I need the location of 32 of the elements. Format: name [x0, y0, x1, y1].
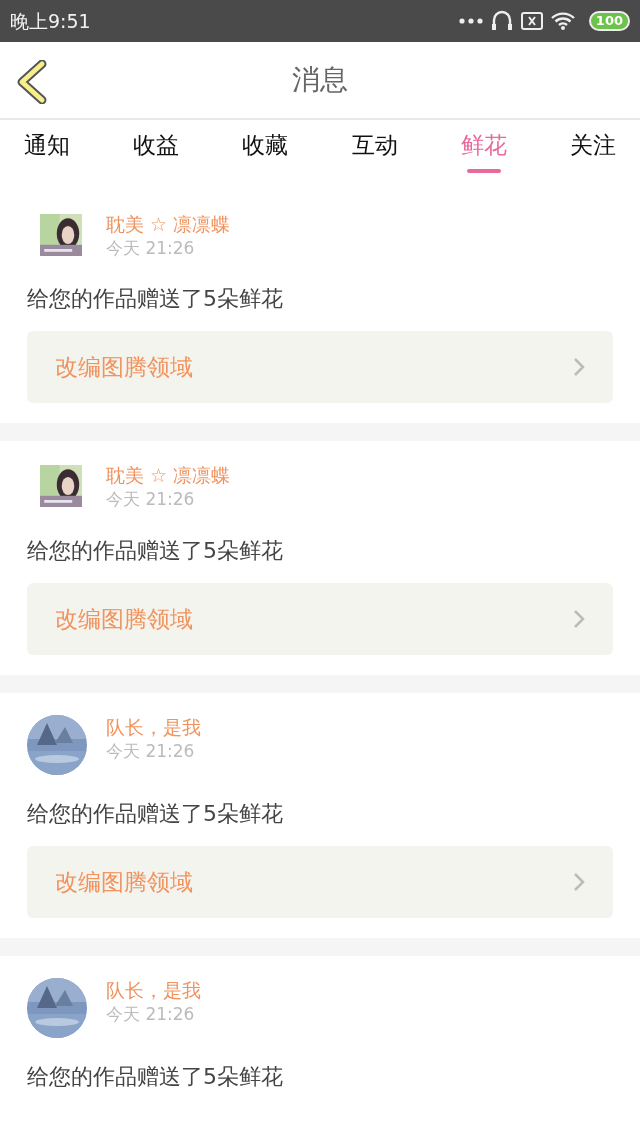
more-icon — [458, 18, 483, 24]
status-time: 晚上9:51 — [10, 8, 91, 34]
tab[interactable]: 关注 — [569, 120, 616, 173]
message-time: 今天 21:26 — [106, 236, 196, 260]
message-text: 给您的作品赠送了5朵鲜花 — [27, 536, 284, 565]
user-name[interactable]: 队长，是我 — [106, 714, 201, 740]
battery-icon: 100 — [588, 11, 630, 31]
work-link[interactable]: 改编图腾领域 — [27, 331, 613, 404]
message-time: 今天 21:26 — [106, 739, 196, 763]
message-text: 给您的作品赠送了5朵鲜花 — [27, 1062, 284, 1091]
work-link[interactable]: 改编图腾领域 — [27, 845, 613, 918]
chevron-icon — [573, 357, 585, 378]
tab[interactable]: 互动 — [351, 120, 398, 173]
tab[interactable]: 通知 — [24, 120, 70, 173]
user-name[interactable]: 耽美 ☆ 凛凛蝶 — [106, 463, 231, 489]
page-title: 消息 — [292, 62, 348, 98]
tab[interactable]: 收藏 — [242, 120, 289, 173]
work-link[interactable]: 改编图腾领域 — [27, 582, 613, 655]
chevron-icon — [573, 871, 585, 892]
tab[interactable]: 收益 — [133, 120, 180, 173]
tab[interactable]: 鲜花 — [460, 120, 507, 173]
message-time: 今天 21:26 — [106, 1002, 196, 1026]
sim-icon — [520, 12, 543, 30]
back-icon[interactable] — [16, 60, 48, 104]
user-name[interactable]: 队长，是我 — [106, 977, 201, 1003]
message-time: 今天 21:26 — [106, 488, 196, 512]
message-text: 给您的作品赠送了5朵鲜花 — [27, 799, 284, 828]
message-text: 给您的作品赠送了5朵鲜花 — [27, 285, 284, 314]
user-name[interactable]: 耽美 ☆ 凛凛蝶 — [106, 212, 231, 237]
wifi-icon — [550, 11, 575, 31]
headset-icon — [490, 10, 513, 32]
chevron-icon — [573, 608, 585, 629]
